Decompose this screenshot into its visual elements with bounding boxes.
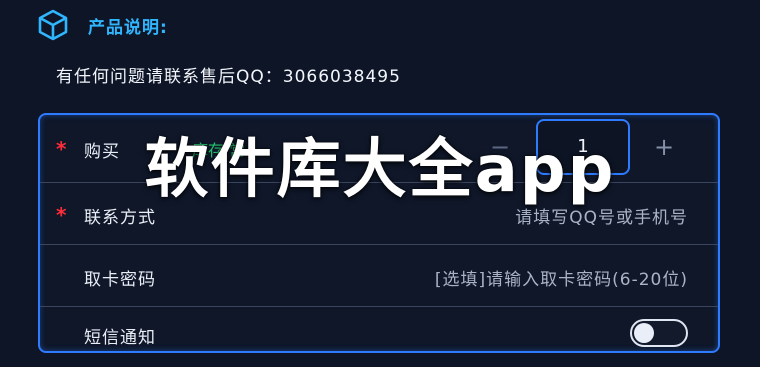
stock-status: 库存 常: [192, 141, 246, 160]
notify-row: 短信通知: [40, 307, 718, 367]
pickup-code-input[interactable]: [选填]请输入取卡密码(6-20位): [435, 265, 688, 290]
section-title: 产品说明:: [88, 17, 168, 38]
notify-toggle[interactable]: [630, 319, 688, 347]
increment-button[interactable]: +: [654, 135, 674, 159]
required-asterisk: *: [56, 203, 67, 227]
order-form: * 购买 库存 常 − 1 + * 联系方式 请填写QQ号或手机号 取卡密码 […: [38, 113, 720, 353]
decrement-button[interactable]: −: [490, 135, 510, 159]
quantity-row: * 购买 库存 常 − 1 +: [40, 115, 718, 183]
pickup-code-label: 取卡密码: [84, 270, 156, 290]
cube-icon: [38, 9, 68, 41]
toggle-knob: [634, 323, 654, 343]
notify-label: 短信通知: [84, 328, 156, 348]
support-contact-text: 有任何问题请联系售后QQ：3066038495: [56, 67, 401, 87]
required-asterisk: *: [56, 137, 67, 161]
quantity-label: 购买: [84, 142, 120, 162]
quantity-input[interactable]: 1: [536, 119, 630, 175]
pickup-code-row: 取卡密码 [选填]请输入取卡密码(6-20位): [40, 245, 718, 307]
contact-row: * 联系方式 请填写QQ号或手机号: [40, 183, 718, 245]
product-info-header: 产品说明:: [36, 8, 168, 42]
contact-input[interactable]: 请填写QQ号或手机号: [515, 203, 688, 228]
contact-label: 联系方式: [84, 208, 156, 228]
